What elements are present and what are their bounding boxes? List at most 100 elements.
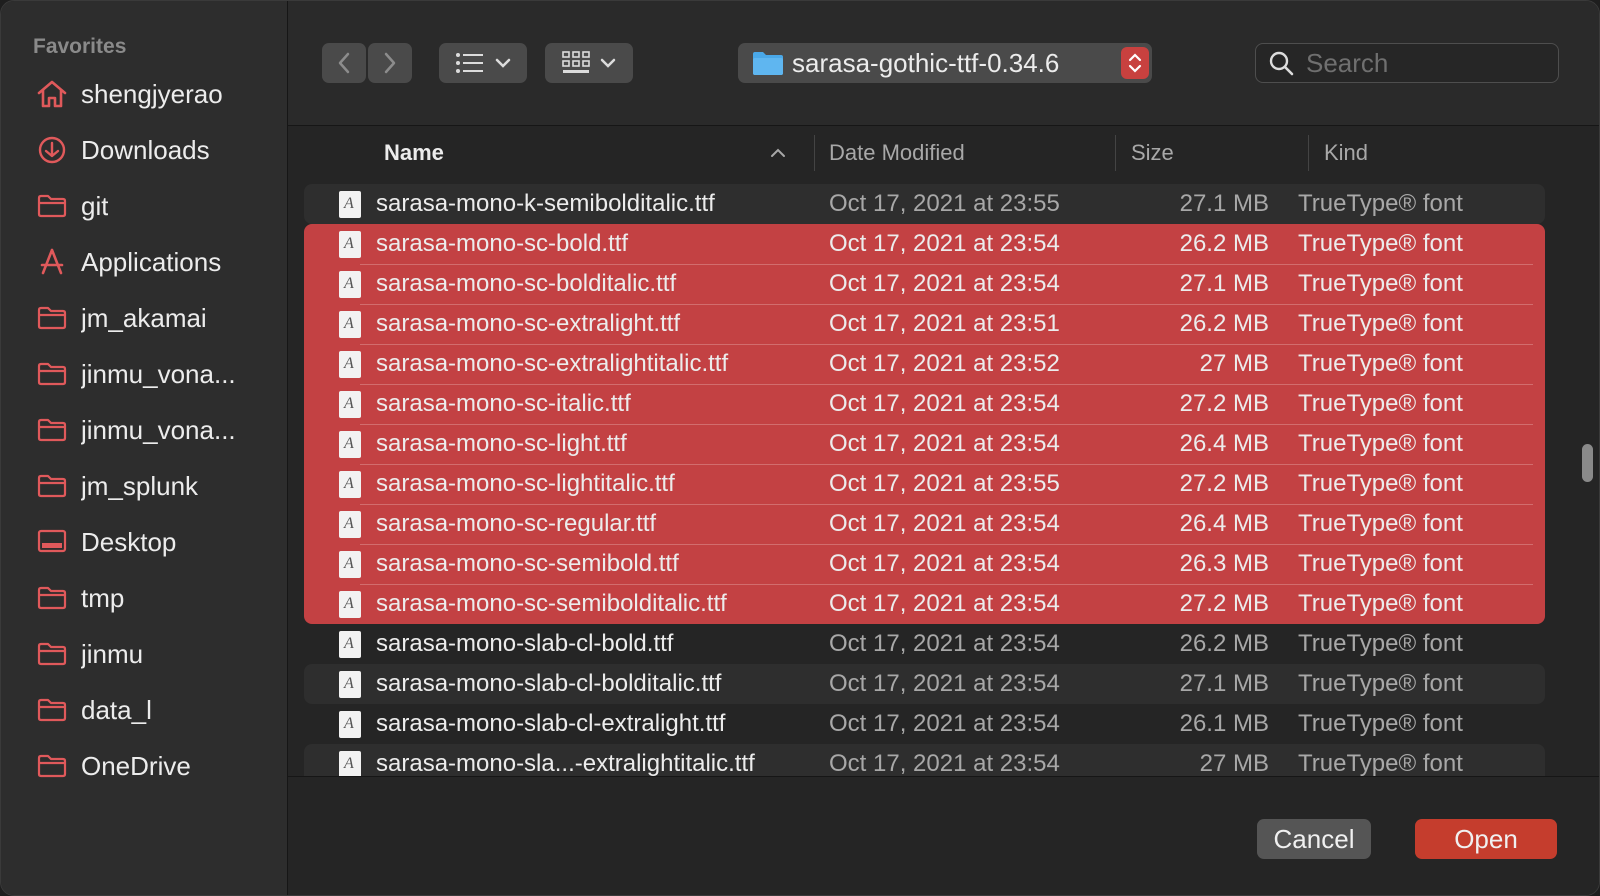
file-name: sarasa-mono-sc-regular.ttf [376, 510, 657, 537]
sidebar-item[interactable]: jinmu_vona... [25, 407, 275, 453]
file-name: sarasa-mono-sc-light.ttf [376, 430, 627, 457]
sidebar-item[interactable]: shengjyerao [25, 71, 275, 117]
sidebar-item-label: git [81, 190, 109, 221]
file-kind: TrueType® font [1298, 310, 1463, 337]
file-row[interactable]: sarasa-mono-sc-regular.ttf Oct 17, 2021 a… [304, 504, 1545, 544]
file-size: 27.2 MB [1179, 390, 1269, 417]
search-field[interactable] [1255, 43, 1559, 83]
file-date-modified: Oct 17, 2021 at 23:54 [829, 670, 1060, 697]
list-view-button[interactable] [439, 43, 527, 83]
file-size: 26.2 MB [1179, 230, 1269, 257]
file-size: 27.1 MB [1179, 190, 1269, 217]
scrollbar[interactable] [1580, 184, 1596, 776]
column-separator [1115, 135, 1116, 171]
file-kind: TrueType® font [1298, 710, 1463, 737]
file-kind: TrueType® font [1298, 190, 1463, 217]
file-size: 27.1 MB [1179, 270, 1269, 297]
path-popup-button[interactable]: sarasa-gothic-ttf-0.34.6 [738, 43, 1152, 83]
file-name: sarasa-mono-sc-bold.ttf [376, 230, 629, 257]
sidebar-item-label: jinmu [81, 638, 144, 669]
column-header: Name Date Modified Size Kind [288, 125, 1568, 181]
path-stepper[interactable] [1121, 47, 1149, 79]
column-size-header[interactable]: Size [1131, 125, 1174, 181]
sidebar-item[interactable]: data_l [25, 687, 275, 733]
dialog-footer: Cancel Open [288, 776, 1599, 895]
file-date-modified: Oct 17, 2021 at 23:54 [829, 590, 1060, 617]
chevron-right-icon [384, 52, 396, 74]
file-row[interactable]: sarasa-mono-sc-extralight.ttf Oct 17, 202… [304, 304, 1545, 344]
sidebar-item[interactable]: jm_akamai [25, 295, 275, 341]
downloads-icon [35, 133, 69, 167]
file-row[interactable]: sarasa-mono-slab-cl-extralight.ttf Oct 17… [304, 704, 1545, 744]
font-file-icon [339, 431, 361, 458]
file-list: sarasa-mono-k-semibolditalic.ttf Oct 17, … [304, 184, 1545, 776]
open-button[interactable]: Open [1415, 819, 1557, 859]
file-row[interactable]: sarasa-mono-k-semibolditalic.ttf Oct 17, … [304, 184, 1545, 224]
file-row[interactable]: sarasa-mono-slab-cl-bold.ttf Oct 17, 2021… [304, 624, 1545, 664]
file-name: sarasa-mono-slab-cl-extralight.ttf [376, 710, 726, 737]
file-row[interactable]: sarasa-mono-sc-semibolditalic.ttf Oct 17,… [304, 584, 1545, 624]
sidebar-item[interactable]: git [25, 183, 275, 229]
file-row[interactable]: sarasa-mono-sc-bold.ttf Oct 17, 2021 at 2… [304, 224, 1545, 264]
file-size: 26.3 MB [1179, 550, 1269, 577]
file-name: sarasa-mono-sc-semibolditalic.ttf [376, 590, 727, 617]
sidebar-item-label: OneDrive [81, 750, 191, 781]
file-row[interactable]: sarasa-mono-sc-light.ttf Oct 17, 2021 at … [304, 424, 1545, 464]
font-file-icon [339, 711, 361, 738]
sidebar-item-label: shengjyerao [81, 78, 223, 109]
file-kind: TrueType® font [1298, 430, 1463, 457]
sidebar-item[interactable]: jinmu [25, 631, 275, 677]
column-name-header[interactable]: Name [384, 125, 444, 181]
sidebar-item-label: tmp [81, 582, 125, 613]
font-file-icon [339, 231, 361, 258]
font-file-icon [339, 311, 361, 338]
file-date-modified: Oct 17, 2021 at 23:54 [829, 750, 1060, 776]
font-file-icon [339, 591, 361, 618]
font-file-icon [339, 471, 361, 498]
file-kind: TrueType® font [1298, 670, 1463, 697]
file-date-modified: Oct 17, 2021 at 23:55 [829, 190, 1060, 217]
font-file-icon [339, 391, 361, 418]
search-input[interactable] [1304, 46, 1528, 80]
file-date-modified: Oct 17, 2021 at 23:54 [829, 710, 1060, 737]
file-name: sarasa-mono-sla...-extralightitalic.ttf [376, 750, 755, 776]
file-date-modified: Oct 17, 2021 at 23:54 [829, 550, 1060, 577]
chevron-left-icon [338, 52, 350, 74]
file-date-modified: Oct 17, 2021 at 23:54 [829, 390, 1060, 417]
sidebar-item-label: Desktop [81, 526, 177, 557]
forward-button[interactable] [368, 43, 412, 83]
file-date-modified: Oct 17, 2021 at 23:55 [829, 470, 1060, 497]
file-date-modified: Oct 17, 2021 at 23:52 [829, 350, 1060, 377]
chevron-down-icon [600, 58, 616, 68]
file-size: 26.4 MB [1179, 510, 1269, 537]
sidebar-item[interactable]: Applications [25, 239, 275, 285]
file-row[interactable]: sarasa-mono-sc-bolditalic.ttf Oct 17, 202… [304, 264, 1545, 304]
file-row[interactable]: sarasa-mono-sc-italic.ttf Oct 17, 2021 at… [304, 384, 1545, 424]
folder-icon [35, 469, 69, 503]
file-name: sarasa-mono-sc-bolditalic.ttf [376, 270, 677, 297]
file-row[interactable]: sarasa-mono-sla...-extralightitalic.ttf O… [304, 744, 1545, 776]
sidebar-item[interactable]: OneDrive [25, 743, 275, 789]
file-row[interactable]: sarasa-mono-sc-extralightitalic.ttf Oct 1… [304, 344, 1545, 384]
group-view-button[interactable] [545, 43, 633, 83]
column-date-header[interactable]: Date Modified [829, 125, 965, 181]
file-row[interactable]: sarasa-mono-sc-semibold.ttf Oct 17, 2021 … [304, 544, 1545, 584]
file-row[interactable]: sarasa-mono-sc-lightitalic.ttf Oct 17, 20… [304, 464, 1545, 504]
sidebar-item[interactable]: Desktop [25, 519, 275, 565]
back-button[interactable] [322, 43, 366, 83]
font-file-icon [339, 671, 361, 698]
scroll-thumb[interactable] [1582, 444, 1593, 482]
cancel-button[interactable]: Cancel [1257, 819, 1371, 859]
font-file-icon [339, 511, 361, 538]
column-kind-header[interactable]: Kind [1324, 125, 1368, 181]
file-row[interactable]: sarasa-mono-slab-cl-bolditalic.ttf Oct 17… [304, 664, 1545, 704]
sidebar-item[interactable]: jm_splunk [25, 463, 275, 509]
sidebar-item[interactable]: tmp [25, 575, 275, 621]
sidebar-item[interactable]: jinmu_vona... [25, 351, 275, 397]
file-date-modified: Oct 17, 2021 at 23:54 [829, 630, 1060, 657]
file-size: 26.2 MB [1179, 310, 1269, 337]
sidebar-item[interactable]: Downloads [25, 127, 275, 173]
file-name: sarasa-mono-slab-cl-bolditalic.ttf [376, 670, 722, 697]
file-name: sarasa-mono-sc-extralightitalic.ttf [376, 350, 729, 377]
open-file-dialog: Favorites shengjyerao Downloads git Applica… [0, 0, 1600, 896]
